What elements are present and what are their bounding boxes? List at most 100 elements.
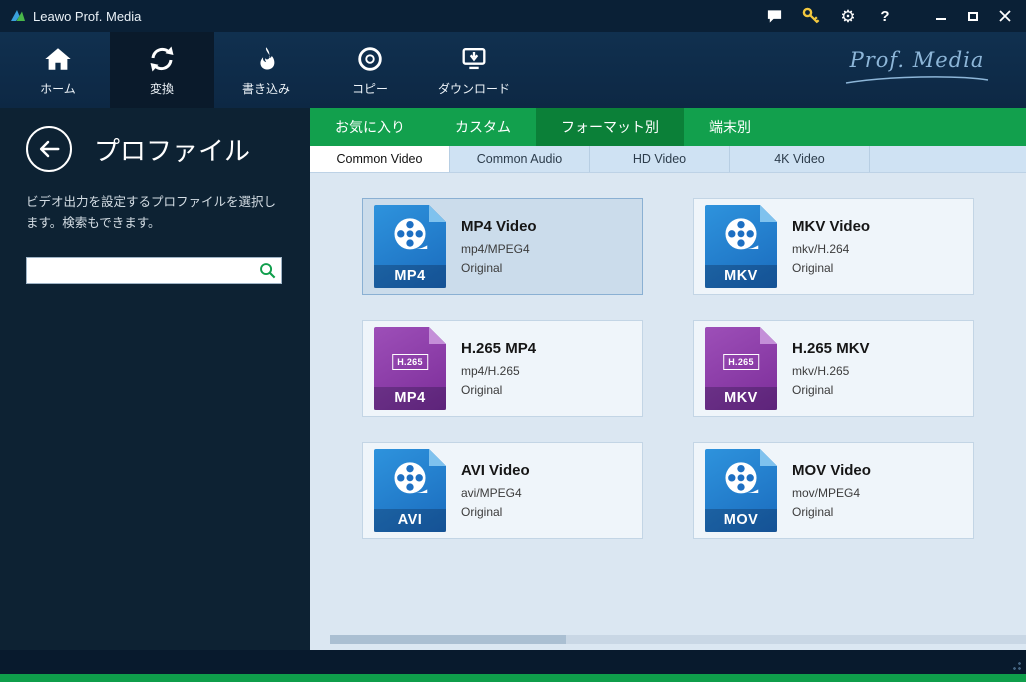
search-icon[interactable] (258, 261, 277, 285)
codec-badge: H.265 (392, 354, 428, 370)
file-type-icon: MOV (705, 449, 777, 532)
category-tab-1[interactable]: Common Audio (450, 146, 590, 172)
nav-item-home[interactable]: ホーム (6, 32, 110, 108)
profile-info: MKV Video mkv/H.264 Original (792, 218, 870, 275)
profile-card-grid: MP4 MP4 Video mp4/MPEG4 Original MKV MKV… (310, 173, 1026, 539)
status-bar (0, 650, 1026, 674)
settings-gear-icon[interactable] (838, 6, 858, 26)
minimize-button[interactable] (928, 5, 954, 27)
file-extension-label: AVI (374, 509, 446, 532)
profile-format: avi/MPEG4 (461, 486, 530, 500)
app-window: Leawo Prof. Media ホーム (0, 0, 1026, 682)
profile-info: H.265 MP4 mp4/H.265 Original (461, 340, 536, 397)
folded-corner (760, 327, 777, 344)
profile-panel: MP4 MP4 Video mp4/MPEG4 Original MKV MKV… (310, 173, 1026, 650)
feedback-bubble-icon[interactable] (764, 6, 784, 26)
profile-quality: Original (461, 261, 537, 275)
app-logo-icon (10, 8, 26, 24)
film-reel-icon (387, 456, 433, 502)
file-type-icon: AVI (374, 449, 446, 532)
profile-info: H.265 MKV mkv/H.265 Original (792, 340, 870, 397)
search-box (26, 257, 282, 284)
maximize-icon (968, 12, 978, 21)
file-extension-label: MP4 (374, 387, 446, 410)
nav-item-convert[interactable]: 変換 (110, 32, 214, 108)
profile-card[interactable]: MP4 MP4 Video mp4/MPEG4 Original (362, 198, 643, 295)
main-nav: ホーム 変換 書き込み コピー (0, 32, 1026, 108)
profile-sidebar: プロファイル ビデオ出力を設定するプロファイルを選択します。検索もできます。 (0, 108, 310, 650)
minimize-icon (936, 18, 946, 20)
film-reel-icon (387, 212, 433, 258)
profile-title: MP4 Video (461, 218, 537, 235)
sidebar-description: ビデオ出力を設定するプロファイルを選択します。検索もできます。 (26, 192, 284, 235)
convert-icon (146, 43, 178, 75)
codec-badge: H.265 (723, 354, 759, 370)
burn-flame-icon (250, 43, 282, 75)
category-tab-0[interactable]: Common Video (310, 146, 450, 172)
nav-item-download[interactable]: ダウンロード (422, 32, 526, 108)
file-type-icon: H.265 MP4 (374, 327, 446, 410)
format-tab-bar: お気に入りカスタムフォーマット別端末別 (310, 108, 1026, 146)
profile-title: AVI Video (461, 462, 530, 479)
back-arrow-icon (36, 136, 62, 162)
profile-format: mov/MPEG4 (792, 486, 871, 500)
maximize-button[interactable] (960, 5, 986, 27)
resize-grip-icon[interactable] (1009, 658, 1022, 671)
bottom-accent-strip (0, 674, 1026, 682)
format-tab-1[interactable]: カスタム (430, 108, 536, 146)
nav-item-burn[interactable]: 書き込み (214, 32, 318, 108)
download-icon (458, 43, 490, 75)
format-tab-3[interactable]: 端末別 (684, 108, 776, 146)
category-tab-bar: Common VideoCommon AudioHD Video4K Video (310, 146, 1026, 173)
sidebar-title: プロファイル (94, 131, 250, 168)
profile-title: H.265 MKV (792, 340, 870, 357)
profile-quality: Original (461, 505, 530, 519)
file-extension-label: MP4 (374, 265, 446, 288)
nav-item-copy[interactable]: コピー (318, 32, 422, 108)
close-button[interactable] (992, 5, 1018, 27)
help-icon[interactable] (875, 6, 895, 26)
format-tab-0[interactable]: お気に入り (310, 108, 430, 146)
search-input[interactable] (26, 257, 282, 284)
profile-card[interactable]: MKV MKV Video mkv/H.264 Original (693, 198, 974, 295)
profile-info: MP4 Video mp4/MPEG4 Original (461, 218, 537, 275)
profile-info: MOV Video mov/MPEG4 Original (792, 462, 871, 519)
profile-format: mkv/H.264 (792, 242, 870, 256)
file-type-icon: MKV (705, 205, 777, 288)
profile-quality: Original (461, 383, 536, 397)
format-tab-2[interactable]: フォーマット別 (536, 108, 684, 146)
profile-quality: Original (792, 383, 870, 397)
brand-swoosh (842, 75, 992, 85)
window-title: Leawo Prof. Media (33, 9, 141, 24)
profile-card[interactable]: H.265 MKV H.265 MKV mkv/H.265 Original (693, 320, 974, 417)
home-icon (42, 43, 74, 75)
profile-info: AVI Video avi/MPEG4 Original (461, 462, 530, 519)
file-extension-label: MOV (705, 509, 777, 532)
category-tab-2[interactable]: HD Video (590, 146, 730, 172)
horizontal-scrollbar-thumb[interactable] (330, 635, 566, 644)
profile-title: MKV Video (792, 218, 870, 235)
profile-format: mkv/H.265 (792, 364, 870, 378)
category-tab-3[interactable]: 4K Video (730, 146, 870, 172)
profile-card[interactable]: H.265 MP4 H.265 MP4 mp4/H.265 Original (362, 320, 643, 417)
file-extension-label: MKV (705, 387, 777, 410)
profile-format: mp4/H.265 (461, 364, 536, 378)
close-icon (999, 10, 1011, 22)
profile-quality: Original (792, 505, 871, 519)
profile-title: H.265 MP4 (461, 340, 536, 357)
film-reel-icon (718, 456, 764, 502)
titlebar: Leawo Prof. Media (0, 0, 1026, 32)
profile-title: MOV Video (792, 462, 871, 479)
brand-logo: Prof. Media (842, 48, 992, 90)
film-reel-icon (718, 212, 764, 258)
file-type-icon: H.265 MKV (705, 327, 777, 410)
profile-card[interactable]: MOV MOV Video mov/MPEG4 Original (693, 442, 974, 539)
profile-format: mp4/MPEG4 (461, 242, 537, 256)
back-button[interactable] (26, 126, 72, 172)
profile-quality: Original (792, 261, 870, 275)
horizontal-scrollbar-track[interactable] (330, 635, 1026, 644)
brand-text: Prof. Media (842, 48, 992, 72)
profile-card[interactable]: AVI AVI Video avi/MPEG4 Original (362, 442, 643, 539)
register-key-icon[interactable] (801, 6, 821, 26)
copy-disc-icon (354, 43, 386, 75)
